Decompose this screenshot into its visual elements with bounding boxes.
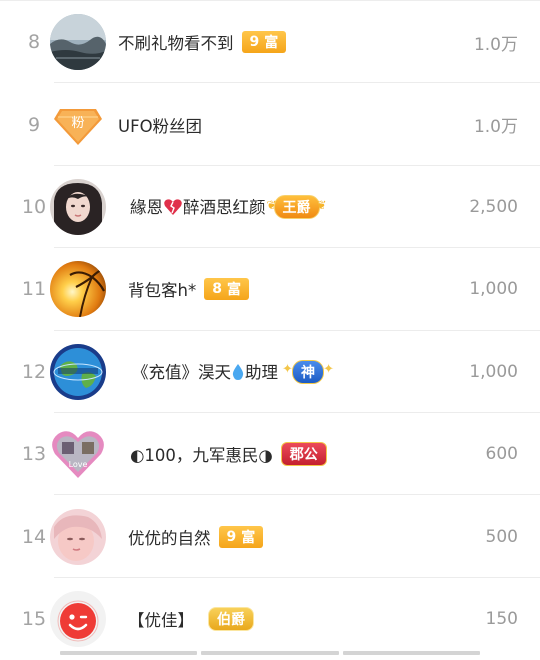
wealth-level-badge: 8 富 [204, 278, 249, 301]
user-name[interactable]: ◐100，九军惠民◑ [130, 442, 273, 466]
badge-label: 神 [301, 364, 315, 381]
contribution-amount: 2,500 [469, 196, 518, 217]
love-heart-avatar[interactable]: Love [50, 426, 106, 483]
sunset-palm-avatar[interactable] [50, 261, 106, 318]
badge-label: 富 [226, 282, 241, 299]
contribution-leaderboard: 8 不刷礼物看不到 9 富 1.0万 9 粉 UFO粉丝团 1.0万 10 緣恩… [0, 1, 540, 660]
contribution-amount: 1.0万 [473, 34, 518, 55]
badge-label: 郡公 [289, 447, 318, 464]
crown-wings-icon: ❦ [316, 197, 327, 212]
user-name-suffix: 醉酒思红颜 [183, 198, 266, 218]
user-info: 优优的自然 9 富 [128, 495, 264, 577]
leaderboard-row[interactable]: 8 不刷礼物看不到 9 富 1.0万 [0, 1, 540, 84]
contribution-amount: 500 [485, 526, 518, 547]
wealth-level-badge: 9 富 [218, 525, 264, 548]
fan-club-avatar[interactable]: 粉 [50, 97, 106, 153]
wealth-level-badge: 9 富 [241, 31, 287, 54]
user-info: 《充值》淏天 助理 ✦ 神 ✦ [132, 331, 334, 413]
badge-label: 王爵 [282, 199, 311, 216]
user-name[interactable]: 緣恩 醉酒思红颜 [130, 194, 266, 220]
leaderboard-row[interactable]: 9 粉 UFO粉丝团 1.0万 [0, 83, 540, 167]
leaderboard-row[interactable]: 12 《充值》淏天 助理 ✦ 神 ✦ 1,000 [0, 331, 540, 414]
noble-title-badge: ✦ 神 ✦ [282, 359, 334, 384]
badge-label: 富 [264, 35, 279, 52]
girl-portrait-avatar[interactable] [50, 508, 106, 565]
user-name[interactable]: 不刷礼物看不到 [118, 30, 234, 54]
contribution-amount: 1,000 [469, 361, 518, 382]
fan-club-label: 粉 [71, 116, 84, 131]
woman-portrait-avatar[interactable] [50, 178, 106, 235]
user-name[interactable]: 优优的自然 [128, 525, 211, 549]
user-info: ◐100，九军惠民◑ 郡公 [130, 413, 327, 495]
user-name[interactable]: 背包客h* [128, 277, 196, 301]
user-info: 不刷礼物看不到 9 富 [118, 1, 287, 83]
badge-label: 伯爵 [217, 611, 245, 628]
scroll-segment [342, 651, 480, 655]
love-label: Love [69, 460, 88, 469]
leaderboard-row[interactable]: 11 背包客h* 8 富 1,000 [0, 248, 540, 331]
crown-wings-icon: ❦ [266, 197, 277, 212]
badge-level: 9 [249, 34, 260, 51]
bottom-scroll-indicator [60, 651, 480, 655]
lake-landscape-avatar[interactable] [50, 14, 106, 71]
user-name[interactable]: 《充值》淏天 助理 [132, 359, 278, 385]
badge-level: 8 [212, 281, 222, 298]
leaderboard-row[interactable]: 10 緣恩 醉酒思红颜 ❦ 王爵 ❦ 2,500 [0, 166, 540, 249]
scroll-segment [201, 651, 339, 655]
user-name-prefix: 《充值》淏天 [132, 363, 231, 382]
contribution-amount: 1,000 [469, 279, 518, 300]
user-info: UFO粉丝团 [118, 83, 202, 165]
leaderboard-row[interactable]: 14 优优的自然 9 富 500 [0, 495, 540, 579]
leaderboard-row[interactable]: 15 【优佳】 伯爵 150 [0, 578, 540, 660]
noble-title-badge: 伯爵 [208, 606, 254, 631]
scroll-segment [60, 651, 198, 655]
user-name[interactable]: UFO粉丝团 [118, 113, 202, 137]
user-info: 背包客h* 8 富 [128, 248, 249, 330]
leaderboard-row[interactable]: 13 Love ◐100，九军惠民◑ 郡公 600 [0, 413, 540, 496]
noble-title-badge: ❦ 王爵 ❦ [267, 194, 327, 219]
user-name-suffix: 助理 [245, 363, 278, 382]
red-smiley-avatar[interactable] [50, 590, 106, 647]
contribution-amount: 600 [485, 444, 518, 465]
badge-label: 富 [241, 529, 256, 546]
badge-level: 9 [226, 528, 237, 545]
wings-icon: ✦ [323, 361, 334, 377]
wings-icon: ✦ [282, 361, 293, 377]
noble-title-badge: 郡公 [280, 442, 327, 467]
contribution-amount: 1.0万 [473, 117, 518, 138]
user-name-prefix: 緣恩 [130, 198, 163, 218]
broken-heart-icon [163, 198, 183, 220]
water-drop-icon [231, 363, 245, 385]
user-name[interactable]: 【优佳】 [128, 607, 194, 631]
globe-avatar[interactable] [50, 343, 106, 400]
user-info: 緣恩 醉酒思红颜 ❦ 王爵 ❦ [130, 166, 327, 248]
user-info: 【优佳】 伯爵 [128, 578, 254, 660]
contribution-amount: 150 [485, 608, 518, 629]
